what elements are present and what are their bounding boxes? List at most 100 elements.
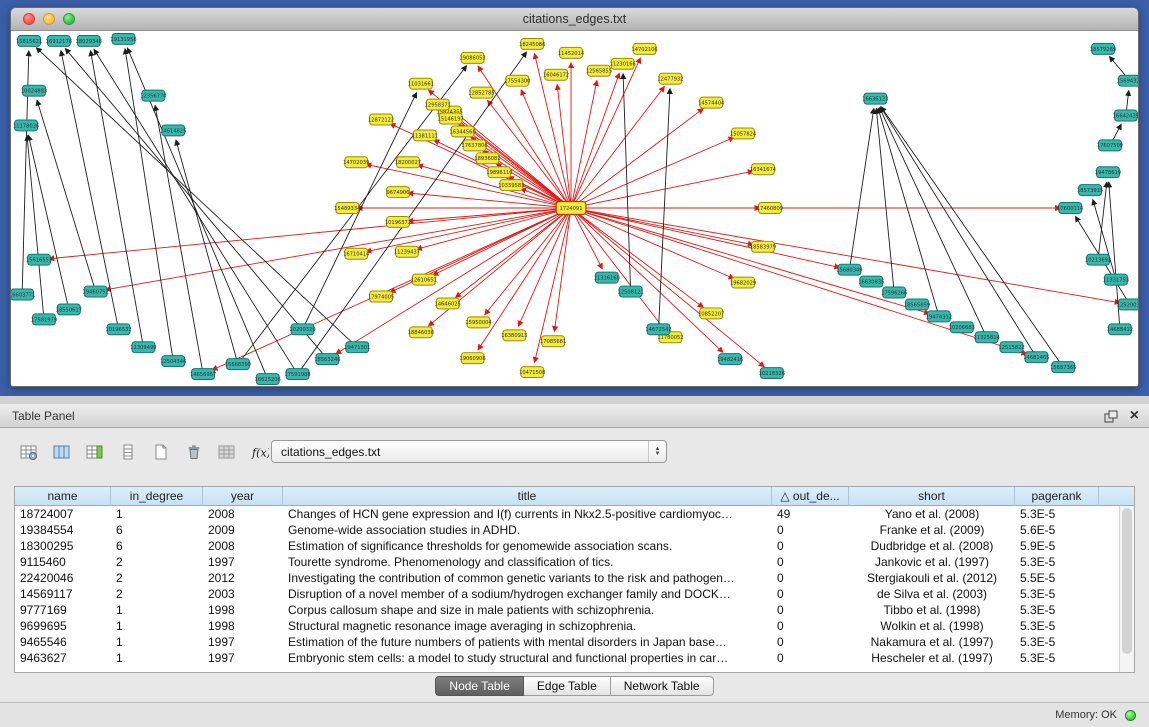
network-node[interactable]: 11031661 — [408, 78, 434, 89]
scrollbar-thumb[interactable] — [1122, 508, 1132, 654]
network-window-titlebar[interactable]: citations_edges.txt — [11, 8, 1138, 31]
network-node[interactable]: 11331753 — [1103, 274, 1129, 285]
network-node[interactable]: 19682029 — [730, 277, 756, 288]
network-node[interactable]: 18573915 — [1077, 185, 1103, 196]
network-node[interactable]: 18029348 — [76, 35, 102, 46]
tab-node-table[interactable]: Node Table — [435, 676, 524, 696]
table-vertical-scrollbar[interactable] — [1119, 506, 1134, 672]
network-node[interactable]: 14656967 — [190, 369, 216, 380]
network-node[interactable]: 18565859 — [904, 299, 930, 310]
network-node[interactable]: 17600114 — [1057, 203, 1083, 214]
network-node[interactable]: 15489334 — [334, 203, 360, 214]
network-node[interactable]: 15680349 — [836, 264, 862, 275]
network-node[interactable]: 10200320 — [289, 324, 315, 335]
network-node[interactable]: 19471301 — [344, 342, 370, 353]
column-header-year[interactable]: year — [203, 487, 283, 506]
network-node[interactable]: 16341674 — [750, 164, 776, 175]
network-node[interactable]: 17974005 — [368, 291, 394, 302]
table-row[interactable]: 2242004622012Investigating the contribut… — [15, 570, 1134, 586]
column-header-pagerank[interactable]: pagerank — [1015, 487, 1099, 506]
network-node[interactable]: 10471508 — [519, 367, 545, 378]
table-row[interactable]: 1872400712008Changes of HCN gene express… — [15, 506, 1134, 522]
table-row[interactable]: 946554611997Estimation of the future num… — [15, 634, 1134, 650]
network-node[interactable]: 18550617 — [56, 304, 82, 315]
network-node[interactable]: 17591988 — [284, 369, 310, 380]
network-node[interactable]: 11452014 — [558, 47, 584, 58]
table-row[interactable]: 1830029562008Estimation of significance … — [15, 538, 1134, 554]
rows-button[interactable] — [113, 439, 143, 465]
network-node[interactable]: 19474312 — [926, 311, 952, 322]
table-row[interactable]: 1938455462009Genome-wide association stu… — [15, 522, 1134, 538]
network-node[interactable]: 16912178 — [46, 35, 72, 46]
network-node[interactable]: 15057824 — [730, 128, 756, 139]
network-node[interactable]: 18200027 — [395, 157, 421, 168]
network-node[interactable]: 11325814 — [974, 332, 1000, 343]
network-node[interactable]: 16344560 — [450, 126, 476, 137]
network-node[interactable]: 18846038 — [408, 327, 434, 338]
network-node[interactable]: 19060906 — [459, 353, 485, 364]
network-node[interactable]: 18579269 — [1090, 43, 1116, 54]
network-canvas[interactable]: 1604617217554300128527851582435511381111… — [11, 31, 1138, 386]
network-node[interactable]: 11178026 — [13, 120, 39, 131]
network-node[interactable]: 14574404 — [698, 97, 724, 108]
network-node[interactable]: 14672542 — [645, 324, 671, 335]
table-row[interactable]: 946362711997Embryonic stem cells: a mode… — [15, 650, 1134, 666]
network-node[interactable]: 16603771 — [11, 289, 35, 300]
show-columns-button[interactable] — [47, 439, 77, 465]
network-node[interactable]: 10024883 — [21, 85, 47, 96]
network-node[interactable]: 19478619 — [1095, 167, 1121, 178]
network-node[interactable]: 10852207 — [698, 308, 724, 319]
network-node[interactable]: 15146197 — [438, 113, 464, 124]
table-selector[interactable]: citations_edges.txt ▲▼ — [271, 440, 667, 463]
network-node[interactable]: 11316160 — [594, 272, 620, 283]
network-node[interactable]: 10213692 — [1085, 254, 1111, 265]
network-node[interactable]: 11381111 — [412, 130, 438, 141]
network-node[interactable]: 1724091 — [556, 202, 586, 215]
column-settings-button[interactable] — [14, 439, 44, 465]
network-node[interactable]: 10196372 — [385, 216, 411, 227]
network-node[interactable]: 12356770 — [140, 90, 166, 101]
network-node[interactable]: 9674906 — [387, 187, 410, 198]
network-node[interactable]: 10196532 — [105, 324, 131, 335]
close-panel-button[interactable]: × — [1130, 408, 1139, 424]
network-node[interactable]: 14702039 — [343, 157, 369, 168]
network-node[interactable]: 14702106 — [631, 43, 657, 54]
network-node[interactable]: 17581979 — [31, 314, 57, 325]
network-node[interactable]: 17085681 — [540, 336, 566, 347]
network-node[interactable]: 10339583 — [498, 180, 524, 191]
tab-network-table[interactable]: Network Table — [611, 676, 714, 696]
network-node[interactable]: 12958371 — [425, 99, 451, 110]
network-node[interactable]: 17554300 — [504, 75, 530, 86]
network-node[interactable]: 10218326 — [759, 368, 785, 379]
network-node[interactable]: 12508121 — [618, 286, 644, 297]
column-header-short[interactable]: short — [849, 487, 1015, 506]
network-node[interactable]: 16636123 — [862, 93, 888, 104]
delete-table-button[interactable] — [179, 439, 209, 465]
network-node[interactable]: 17596266 — [881, 287, 907, 298]
network-node[interactable]: 15687365 — [1050, 362, 1076, 373]
table-row[interactable]: 977716911998Corpus callosum shape and si… — [15, 602, 1134, 618]
table-row[interactable]: 911546021997Tourette syndrome. Phenomeno… — [15, 554, 1134, 570]
network-node[interactable]: 11239437 — [394, 246, 420, 257]
network-node[interactable]: 17637806 — [461, 140, 487, 151]
network-node[interactable]: 17607509 — [1097, 140, 1123, 151]
network-node[interactable]: 19896110 — [486, 167, 512, 178]
network-graph[interactable]: 1604617217554300128527851582435511381111… — [11, 31, 1138, 386]
network-node[interactable]: 12520033 — [1117, 299, 1138, 310]
import-table-button[interactable] — [212, 439, 242, 465]
network-node[interactable]: 12504346 — [160, 356, 186, 367]
network-node[interactable]: 12610651 — [411, 274, 437, 285]
tab-edge-table[interactable]: Edge Table — [524, 676, 611, 696]
network-node[interactable]: 11230166 — [610, 58, 636, 69]
network-node[interactable]: 16380913 — [501, 330, 527, 341]
network-node[interactable]: 18583979 — [750, 241, 776, 252]
network-node[interactable]: 14614825 — [160, 125, 186, 136]
network-node[interactable]: 12515822 — [998, 342, 1024, 353]
network-node[interactable]: 15950004 — [465, 317, 491, 328]
network-node[interactable]: 19086053 — [459, 52, 485, 63]
network-node[interactable]: 12852785 — [468, 87, 494, 98]
network-node[interactable]: 12477932 — [657, 73, 683, 84]
new-table-button[interactable] — [146, 439, 176, 465]
network-node[interactable]: 17460809 — [757, 203, 783, 214]
network-node[interactable]: 15668399 — [225, 359, 251, 370]
